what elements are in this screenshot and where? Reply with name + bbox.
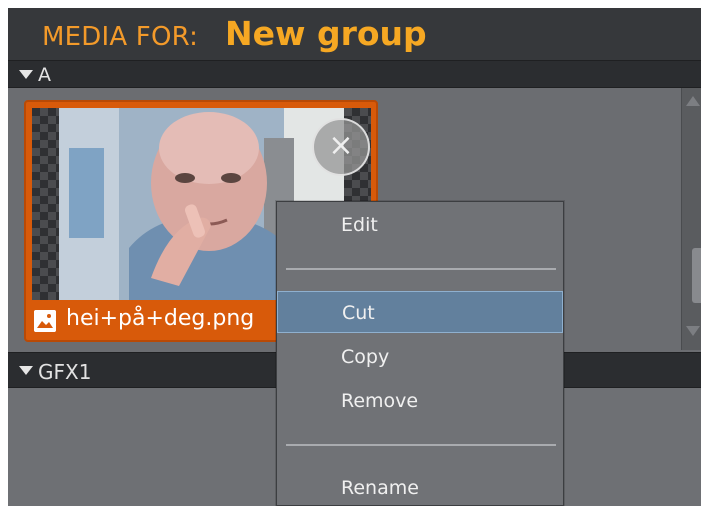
context-menu: Edit Cut Copy Remove Rename [276,201,564,506]
expand-triangle-icon[interactable] [19,366,33,375]
scroll-thumb[interactable] [692,248,701,303]
title-prefix: MEDIA FOR: [42,22,199,52]
menu-item-label: Rename [341,477,419,499]
menu-item-remove[interactable]: Remove [277,380,563,422]
expand-triangle-icon[interactable] [19,70,33,79]
section-label-a: A [38,64,51,86]
menu-separator [286,268,556,270]
menu-item-label: Remove [341,390,419,412]
menu-item-label: Copy [341,346,390,368]
menu-item-rename[interactable]: Rename [277,467,563,506]
vertical-scrollbar[interactable] [681,88,701,350]
section-label-gfx1: GFX1 [38,360,92,384]
scroll-down-arrow-icon[interactable] [686,326,700,336]
menu-item-copy[interactable]: Copy [277,336,563,378]
scroll-up-arrow-icon[interactable] [686,96,700,106]
menu-item-edit[interactable]: Edit [277,204,563,246]
menu-item-cut[interactable]: Cut [277,291,563,333]
section-header-a[interactable]: A [8,60,701,88]
image-icon [34,310,56,332]
menu-separator [286,444,556,446]
group-name-title: New group [225,14,427,53]
media-filename: hei+på+deg.png [66,306,255,331]
remove-media-button[interactable]: × [312,118,370,176]
panel-title-bar: MEDIA FOR: New group [8,8,701,60]
close-icon: × [328,128,354,163]
menu-item-label: Cut [342,302,375,324]
menu-item-label: Edit [341,214,378,236]
